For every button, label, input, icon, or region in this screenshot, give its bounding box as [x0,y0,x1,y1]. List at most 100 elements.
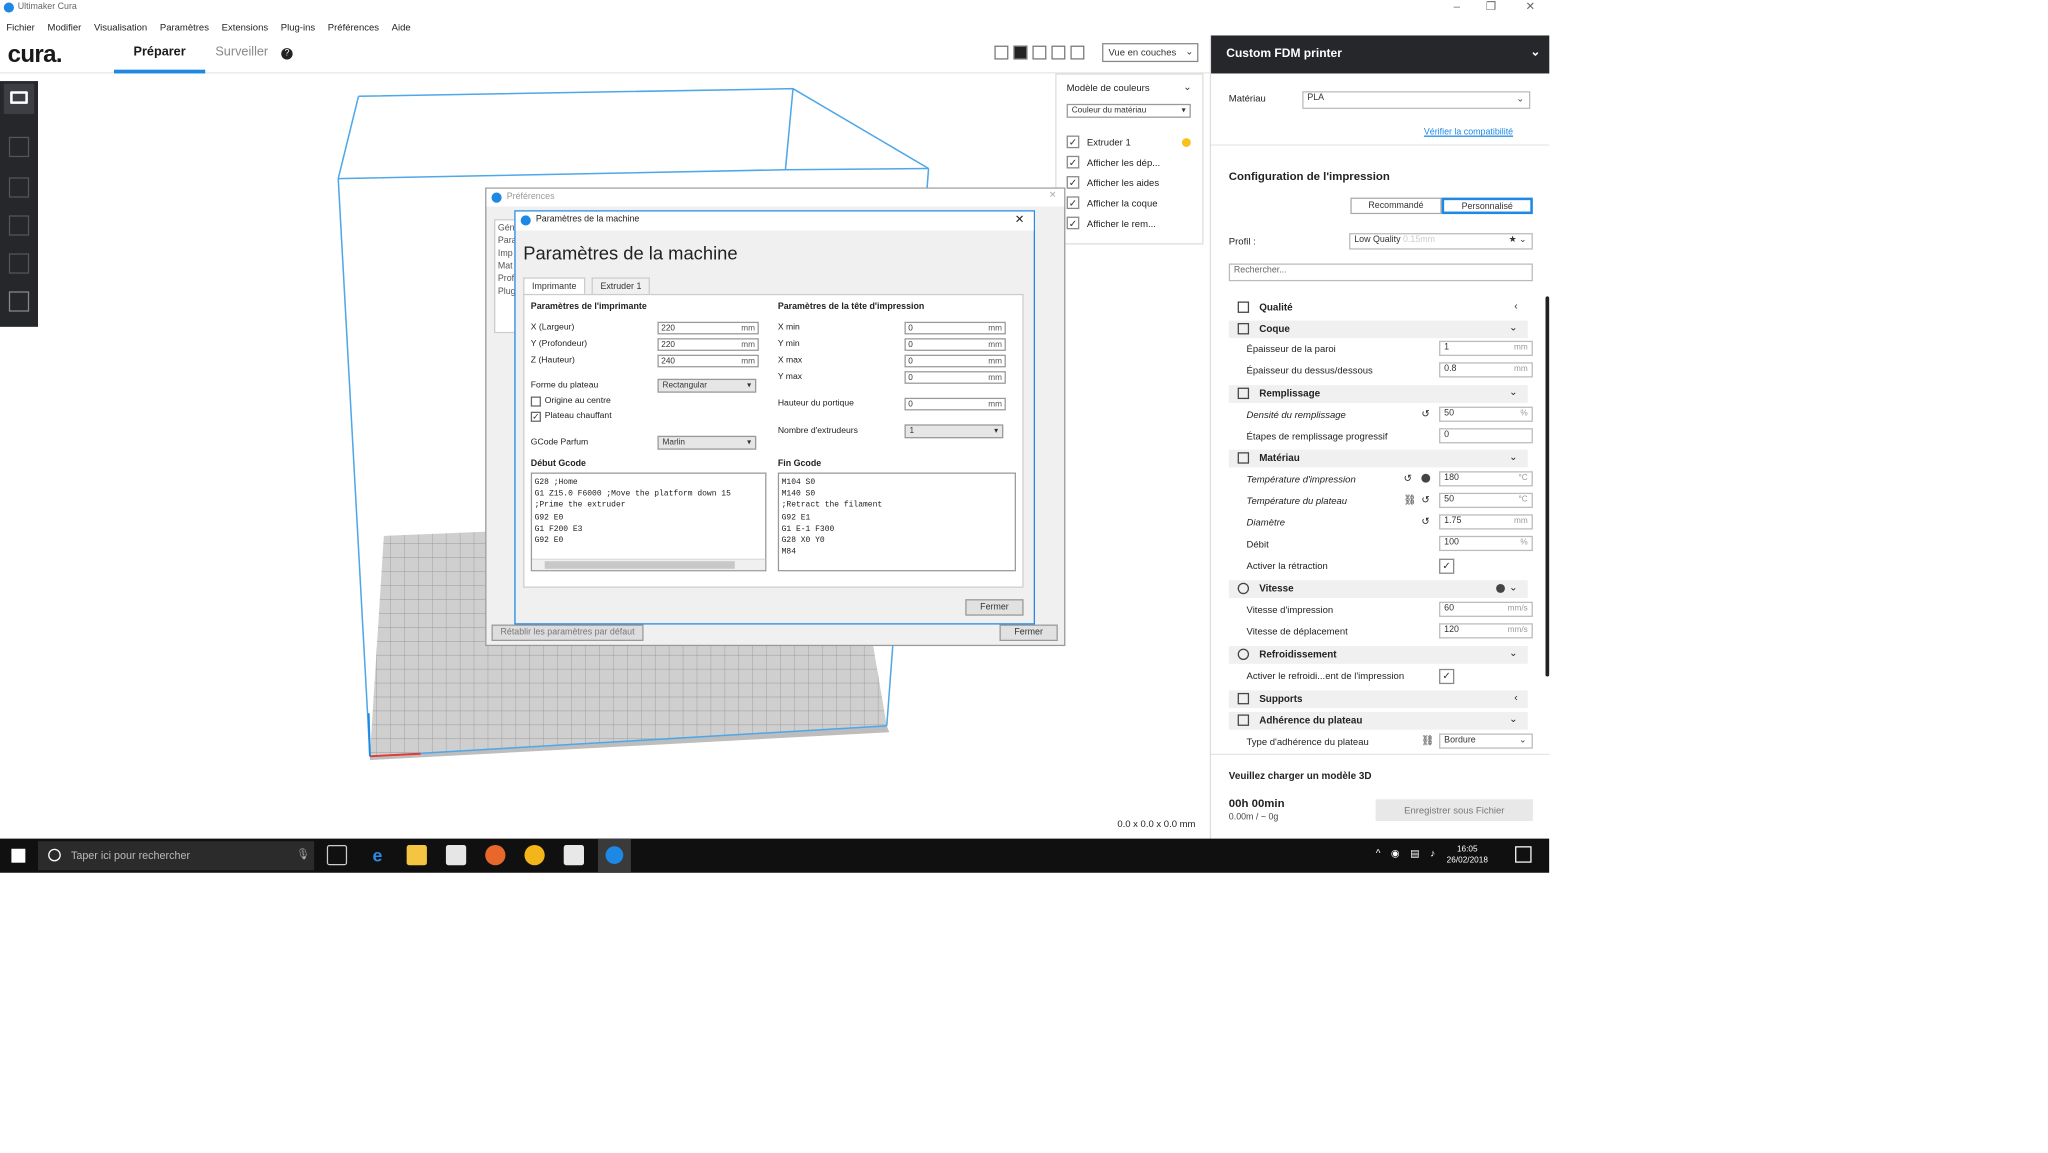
show-travels-checkbox[interactable]: ✓ [1066,155,1080,169]
start-gcode-scrollbar[interactable] [532,558,766,571]
custom-mode-button[interactable]: Personnalisé [1441,197,1533,215]
view-left-icon[interactable] [1051,45,1066,60]
extruder-count-select[interactable]: 1 [904,424,1004,439]
gantry-height-input[interactable]: 0 mm [904,397,1006,411]
tab-prepare[interactable]: Préparer [114,35,206,74]
show-helpers-checkbox[interactable]: ✓ [1066,176,1080,189]
section-infill[interactable]: Remplissage ⌄ [1228,385,1528,403]
system-tray-icons[interactable]: ^ ◉ ▤ ♪ [1376,847,1439,858]
taskbar-clock[interactable]: 16:05 26/02/2018 [1447,844,1488,867]
extruder-checkbox[interactable]: ✓ [1066,135,1080,149]
retraction-checkbox[interactable]: ✓ [1439,558,1455,574]
edge-icon[interactable]: e [367,845,387,865]
star-icon[interactable]: ★ ⌄ [1509,234,1527,245]
link-icon[interactable]: ⛓ [1421,735,1434,746]
open-file-button[interactable] [3,83,35,115]
windows-start-icon[interactable] [11,848,26,863]
view-mode-select[interactable]: Vue en couches ⌄ [1102,43,1199,63]
show-shell-checkbox[interactable]: ✓ [1066,196,1080,210]
mail-icon[interactable] [563,844,584,866]
reset-icon[interactable]: ↺ [1421,494,1429,505]
scale-tool-icon[interactable] [8,177,30,198]
material-select[interactable]: PLA ⌄ [1302,91,1531,109]
color-mode-select[interactable]: Couleur du matériau [1066,103,1191,118]
section-adhesion[interactable]: Adhérence du plateau ⌄ [1228,711,1528,730]
task-view-icon[interactable] [326,844,348,866]
menu-file[interactable]: Fichier [0,18,41,36]
z-height-input[interactable]: 240 mm [657,354,759,368]
print-temp-input[interactable]: 180 °C [1439,471,1533,487]
tab-printer[interactable]: Imprimante [523,277,586,296]
mirror-tool-icon[interactable] [8,253,30,274]
menu-extensions[interactable]: Extensions [215,18,274,36]
move-tool-icon[interactable] [8,136,30,158]
print-speed-input[interactable]: 60 mm/s [1439,601,1533,617]
link-icon[interactable]: ⛓ [1404,494,1417,505]
chrome-icon[interactable] [524,844,545,866]
settings-scrollbar[interactable] [1545,296,1550,677]
diameter-input[interactable]: 1.75 mm [1439,514,1533,530]
notifications-icon[interactable] [1515,846,1532,863]
close-icon[interactable]: ✕ [1511,0,1549,14]
save-to-file-button[interactable]: Enregistrer sous Fichier [1375,799,1533,821]
menu-view[interactable]: Visualisation [88,18,154,36]
ymax-input[interactable]: 0 mm [904,371,1006,384]
reset-icon[interactable]: ↺ [1404,473,1412,484]
start-gcode-editor[interactable]: G28 ;Home G1 Z15.0 F6000 ;Move the platf… [530,472,767,572]
reset-icon[interactable]: ↺ [1421,408,1429,419]
chevron-down-icon[interactable]: ⌄ [1183,81,1191,92]
section-shell[interactable]: Coque ⌄ [1228,320,1528,339]
menu-plugins[interactable]: Plug-ins [274,18,321,36]
info-icon[interactable] [1421,473,1431,483]
close-icon[interactable]: ✕ [1015,213,1025,227]
infill-density-input[interactable]: 50% [1439,406,1533,422]
xmin-input[interactable]: 0 mm [904,321,1006,335]
section-cooling[interactable]: Refroidissement ⌄ [1228,646,1528,664]
gcode-flavor-select[interactable]: Marlin [657,435,757,450]
xmax-input[interactable]: 0 mm [904,354,1006,368]
tab-extruder-1[interactable]: Extruder 1 [591,277,651,296]
travel-speed-input[interactable]: 120 mm/s [1439,623,1533,639]
rotate-tool-icon[interactable] [8,215,30,236]
gradual-infill-input[interactable]: 0 [1439,428,1533,444]
menu-preferences[interactable]: Préférences [321,18,385,36]
ymin-input[interactable]: 0 mm [904,338,1006,351]
adhesion-type-select[interactable]: Bordure ⌄ [1439,733,1533,749]
menu-help[interactable]: Aide [385,18,417,36]
view-3d-icon[interactable] [994,45,1009,60]
heated-bed-checkbox[interactable]: ✓ [530,411,541,422]
section-support[interactable]: Supports ‹ [1228,690,1528,709]
enable-cooling-checkbox[interactable]: ✓ [1439,668,1455,685]
microphone-icon[interactable]: 🎙 [296,847,310,861]
recommended-mode-button[interactable]: Recommandé [1350,197,1442,215]
taskbar-search-box[interactable]: Taper ici pour rechercher 🎙 [38,841,315,871]
printer-selector[interactable]: Custom FDM printer ⌄ [1211,35,1550,74]
x-width-input[interactable]: 220 mm [657,321,759,335]
y-depth-input[interactable]: 220 mm [657,338,759,351]
reset-icon[interactable]: ↺ [1421,516,1429,527]
section-speed[interactable]: Vitesse ⌄ [1228,580,1528,598]
bed-temp-input[interactable]: 50 °C [1439,492,1533,508]
per-model-settings-icon[interactable] [8,291,30,312]
pref-nav-profiles[interactable]: Prof [498,274,516,287]
minimize-icon[interactable]: – [1438,0,1476,13]
section-material[interactable]: Matériau ⌄ [1228,449,1528,468]
profile-select[interactable]: Low Quality 0.15mm ★ ⌄ [1349,233,1533,250]
settings-search-input[interactable]: Rechercher... [1228,263,1533,282]
flow-input[interactable]: 100% [1439,535,1533,552]
firefox-icon[interactable] [485,844,506,866]
show-infill-checkbox[interactable]: ✓ [1066,216,1080,230]
info-icon[interactable] [1496,583,1505,593]
origin-center-checkbox[interactable] [530,396,541,407]
pref-nav-printers[interactable]: Imp [498,248,516,261]
pref-nav-plugins[interactable]: Plug [498,286,516,299]
bed-shape-select[interactable]: Rectangular [657,378,757,393]
preferences-close-button[interactable]: Fermer [999,624,1058,642]
file-explorer-icon[interactable] [406,844,427,866]
section-quality[interactable]: Qualité ‹ [1228,298,1528,317]
check-compatibility-link[interactable]: Vérifier la compatibilité [1424,128,1513,137]
menu-edit[interactable]: Modifier [41,18,87,36]
restore-icon[interactable]: ❐ [1472,0,1510,14]
menu-settings[interactable]: Paramètres [154,18,216,36]
pref-nav-general[interactable]: Gén [498,223,516,236]
